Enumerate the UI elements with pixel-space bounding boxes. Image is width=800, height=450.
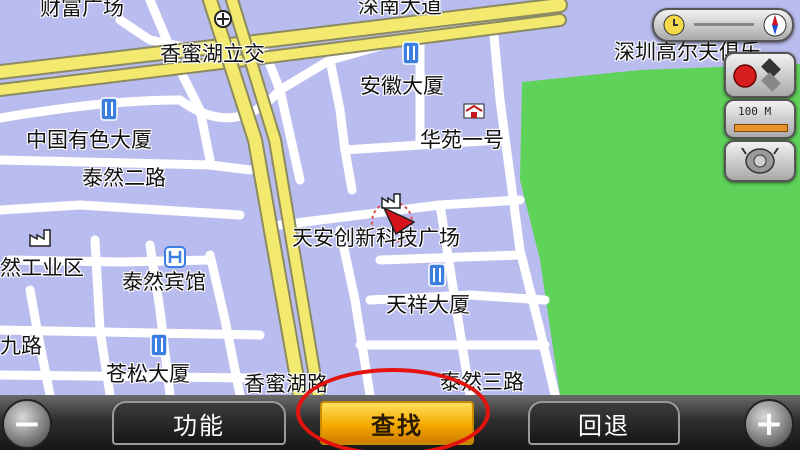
map-label: 泰然宾馆 — [122, 270, 206, 294]
factory-icon — [29, 229, 51, 247]
zoom-out-button[interactable]: − — [2, 399, 52, 449]
building-icon — [100, 97, 118, 121]
map-label: 然工业区 — [0, 256, 84, 280]
speed-line — [694, 23, 754, 26]
map-label: 深南大道 — [358, 0, 442, 18]
map-label: 苍松大厦 — [106, 362, 190, 386]
map-label: 香蜜湖立交 — [160, 42, 265, 66]
building-icon — [428, 263, 446, 287]
interchange-icon — [214, 10, 232, 28]
scale-bar — [734, 124, 788, 132]
map-label: 九路 — [0, 334, 42, 358]
map-label: 财富广场 — [40, 0, 124, 20]
building-icon — [150, 333, 168, 357]
compass-icon[interactable] — [762, 12, 788, 38]
map-label: 中国有色大厦 — [26, 128, 152, 152]
map-label: 安徽大厦 — [360, 74, 444, 98]
building-icon — [402, 41, 420, 65]
hotel-icon — [164, 246, 186, 268]
compass-bar[interactable] — [652, 8, 794, 42]
gps-status-button[interactable] — [724, 140, 796, 182]
clock-icon — [663, 14, 685, 36]
map-label: 天祥大厦 — [386, 293, 470, 317]
scale-text: 100 M — [738, 105, 772, 118]
house-icon — [463, 103, 485, 119]
gps-satellite-icon — [741, 147, 779, 174]
position-arrow-icon — [382, 206, 416, 236]
zoom-in-button[interactable]: + — [744, 399, 794, 449]
navigation-screen: 财富广场 深南大道 深圳高尔夫俱乐 香蜜湖立交 安徽大厦 中国有色大厦 华苑一号… — [0, 0, 800, 450]
layer-toggle-button[interactable] — [724, 52, 796, 98]
scale-indicator: 100 M — [724, 99, 796, 139]
search-highlight-ring — [296, 368, 490, 450]
map-label: 天安创新科技广场 — [292, 226, 460, 250]
layer-toggle-icon — [733, 58, 781, 92]
back-button[interactable]: 回退 — [528, 401, 680, 445]
map-label: 华苑一号 — [420, 128, 504, 152]
map-label: 泰然二路 — [82, 166, 166, 190]
function-button[interactable]: 功能 — [112, 401, 286, 445]
